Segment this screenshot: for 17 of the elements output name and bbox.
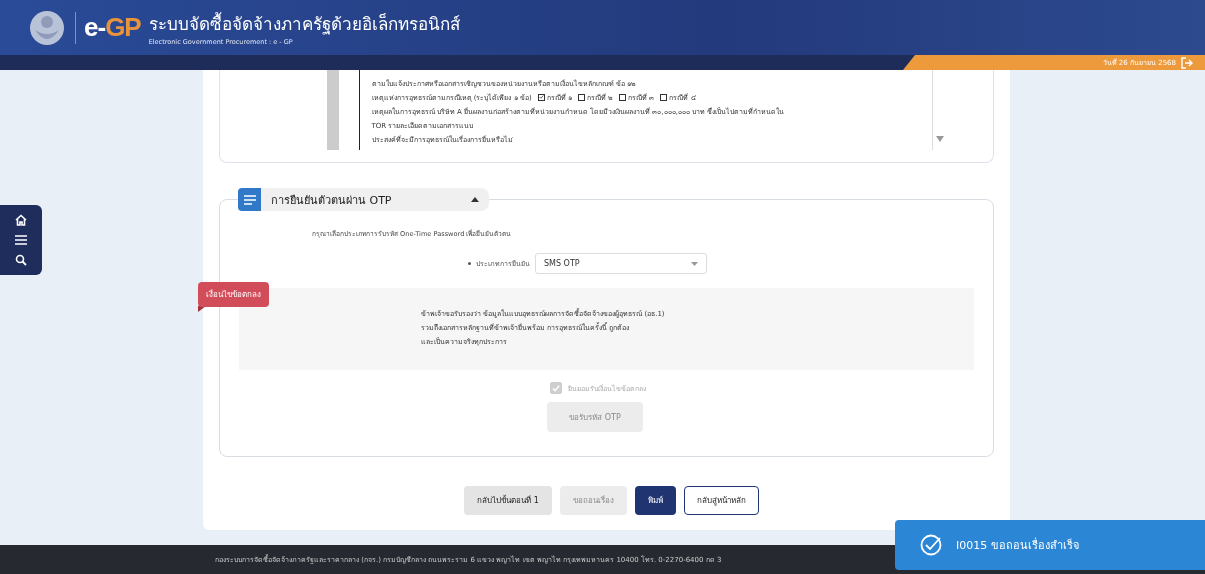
caret-icon <box>691 261 698 266</box>
action-button[interactable]: กลับไปขั้นตอนที่ 1 <box>464 486 552 515</box>
otp-type-dropdown[interactable]: SMS OTP <box>535 253 707 274</box>
list-icon <box>238 188 261 211</box>
ribbon-label: เงื่อนไขข้อตกลง <box>198 282 269 307</box>
ribbon-fold <box>198 306 206 312</box>
menu-icon[interactable] <box>15 235 27 245</box>
scroll-down-icon[interactable] <box>935 136 944 142</box>
check-circle-icon <box>920 534 942 556</box>
toast-message: I0015 ขอถอนเรื่องสำเร็จ <box>956 536 1079 554</box>
action-button[interactable]: กลับสู่หน้าหลัก <box>683 486 759 515</box>
section-header[interactable]: การยืนยันตัวตนผ่าน OTP <box>261 188 489 211</box>
site-title: ระบบจัดซื้อจัดจ้างภาครัฐด้วยอิเล็กทรอนิกส์ <box>148 11 460 37</box>
logo: e-GP <box>84 12 141 43</box>
action-button[interactable]: พิมพ์ <box>634 486 676 515</box>
home-icon[interactable] <box>15 213 27 226</box>
search-icon[interactable] <box>15 254 27 267</box>
